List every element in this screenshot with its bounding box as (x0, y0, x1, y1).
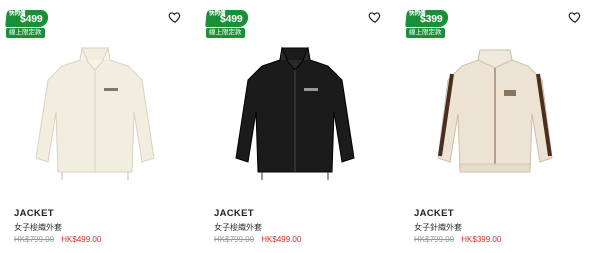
product-description: 女子針織外套 (414, 223, 462, 232)
jacket-image (437, 49, 553, 173)
jacket-image (35, 46, 155, 180)
original-price: HK$799.00 (414, 235, 455, 244)
heart-outline-icon[interactable] (168, 10, 182, 24)
product-card[interactable]: 快閃價 $499 線上限定款 JACKET 女子梭織外套 HK$799.00 H… (200, 0, 390, 253)
product-name[interactable]: JACKET (14, 208, 54, 219)
product-image[interactable] (400, 30, 590, 200)
product-name[interactable]: JACKET (414, 208, 454, 219)
product-prices: HK$799.00 HK$499.00 (214, 235, 301, 244)
badge-price: $499 (220, 13, 243, 25)
product-card[interactable]: 快閃價 $399 線上限定款 JACKET 女子針織外套 HK$799.00 H… (400, 0, 590, 253)
product-card[interactable]: 快閃價 $499 線上限定款 JACKET 女子梭織外套 HK$799.00 H… (0, 0, 190, 253)
sale-price: HK$499.00 (61, 235, 102, 244)
badge-price: $499 (20, 13, 43, 25)
badge-price: $399 (420, 13, 443, 25)
jacket-image (235, 46, 355, 180)
original-price: HK$799.00 (214, 235, 255, 244)
heart-outline-icon[interactable] (568, 10, 582, 24)
product-description: 女子梭織外套 (14, 223, 62, 232)
heart-outline-icon[interactable] (368, 10, 382, 24)
product-image[interactable] (200, 30, 390, 200)
product-prices: HK$799.00 HK$499.00 (14, 235, 101, 244)
product-grid: 快閃價 $499 線上限定款 JACKET 女子梭織外套 HK$799.00 H… (0, 0, 600, 253)
sale-price: HK$399.00 (461, 235, 502, 244)
product-description: 女子梭織外套 (214, 223, 262, 232)
product-prices: HK$799.00 HK$399.00 (414, 235, 501, 244)
original-price: HK$799.00 (14, 235, 55, 244)
product-name[interactable]: JACKET (214, 208, 254, 219)
product-image[interactable] (0, 30, 190, 200)
sale-price: HK$499.00 (261, 235, 302, 244)
